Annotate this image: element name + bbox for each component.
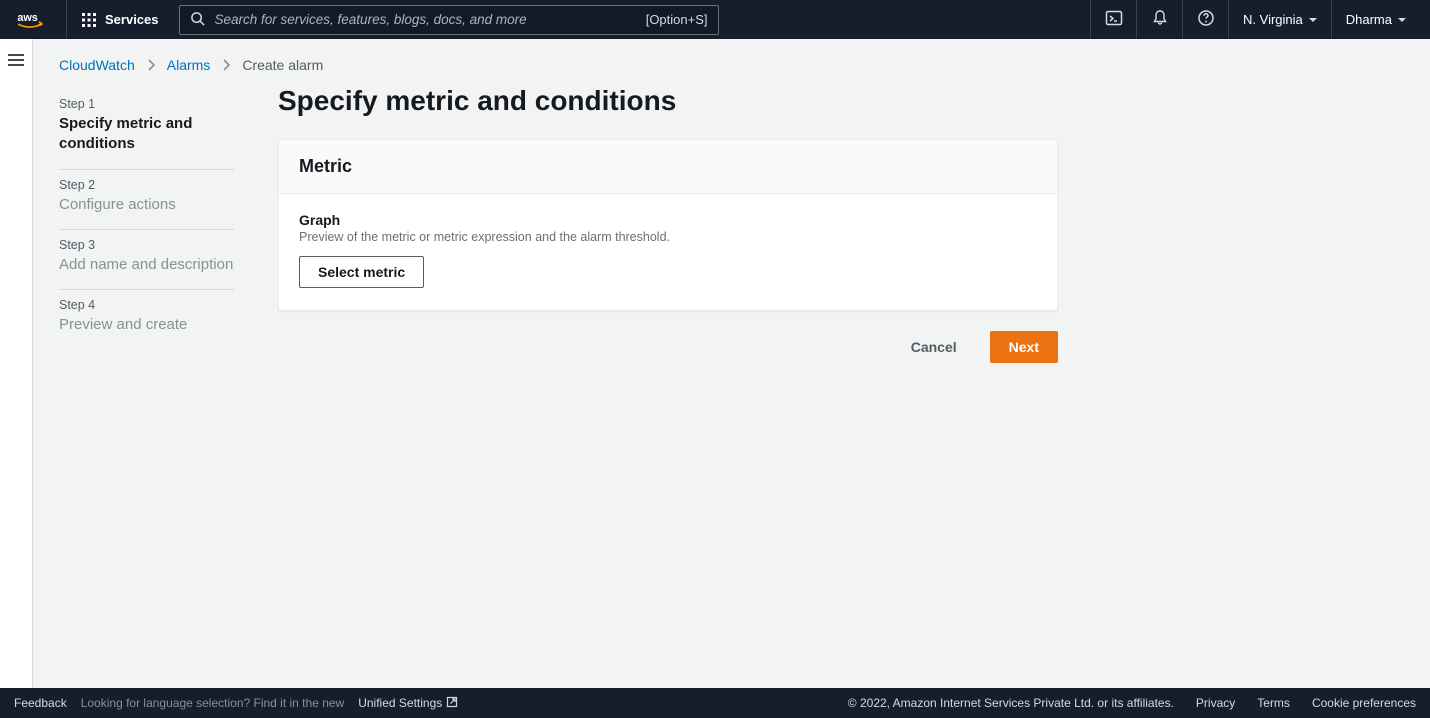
unified-settings-label: Unified Settings <box>358 696 442 710</box>
aws-logo[interactable]: aws <box>16 0 67 39</box>
wizard-step-label: Preview and create <box>59 315 234 335</box>
graph-section-desc: Preview of the metric or metric expressi… <box>299 230 1037 244</box>
wizard-action-row: Cancel Next <box>278 331 1058 363</box>
wizard-step-num: Step 4 <box>59 298 234 312</box>
top-nav: aws Services [Option+S] <box>0 0 1430 39</box>
cloudshell-button[interactable] <box>1090 0 1136 39</box>
external-link-icon <box>446 696 458 711</box>
help-button[interactable] <box>1182 0 1228 39</box>
metric-panel: Metric Graph Preview of the metric or me… <box>278 139 1058 311</box>
wizard-step-2[interactable]: Step 2 Configure actions <box>59 170 234 230</box>
search-input[interactable] <box>215 12 636 27</box>
cloudshell-icon <box>1105 9 1123 30</box>
graph-section-title: Graph <box>299 212 1037 228</box>
wizard-step-4[interactable]: Step 4 Preview and create <box>59 290 234 349</box>
wizard-step-label: Add name and description <box>59 255 234 275</box>
caret-down-icon <box>1398 18 1406 22</box>
grid-icon <box>81 12 97 28</box>
chevron-right-icon <box>222 59 230 71</box>
wizard-step-label: Configure actions <box>59 195 234 215</box>
wizard-steps: Step 1 Specify metric and conditions Ste… <box>59 83 234 363</box>
notifications-button[interactable] <box>1136 0 1182 39</box>
wizard-step-1[interactable]: Step 1 Specify metric and conditions <box>59 89 234 170</box>
wizard-step-num: Step 3 <box>59 238 234 252</box>
page-title: Specify metric and conditions <box>278 85 1058 117</box>
breadcrumb-alarms[interactable]: Alarms <box>167 57 211 73</box>
footer: Feedback Looking for language selection?… <box>0 688 1430 718</box>
panel-header: Metric <box>279 140 1057 194</box>
svg-text:aws: aws <box>17 11 37 23</box>
help-icon <box>1197 9 1215 30</box>
cancel-button[interactable]: Cancel <box>892 331 976 363</box>
region-label: N. Virginia <box>1243 12 1303 27</box>
chevron-right-icon <box>147 59 155 71</box>
account-label: Dharma <box>1346 12 1392 27</box>
wizard-step-3[interactable]: Step 3 Add name and description <box>59 230 234 290</box>
expand-sidebar-button[interactable] <box>7 53 25 688</box>
wizard-step-num: Step 1 <box>59 97 234 111</box>
select-metric-button[interactable]: Select metric <box>299 256 424 288</box>
breadcrumb-cloudwatch[interactable]: CloudWatch <box>59 57 135 73</box>
search-shortcut-hint: [Option+S] <box>646 12 708 27</box>
terms-link[interactable]: Terms <box>1257 696 1290 710</box>
search-icon <box>190 11 205 29</box>
feedback-link[interactable]: Feedback <box>14 696 67 710</box>
bell-icon <box>1151 9 1169 30</box>
cookie-preferences-link[interactable]: Cookie preferences <box>1312 696 1416 710</box>
breadcrumb-current: Create alarm <box>242 57 323 73</box>
services-label: Services <box>105 12 159 27</box>
privacy-link[interactable]: Privacy <box>1196 696 1235 710</box>
footer-copyright: © 2022, Amazon Internet Services Private… <box>848 696 1174 710</box>
services-menu[interactable]: Services <box>67 0 173 39</box>
side-drawer-collapsed <box>0 39 33 688</box>
footer-lang-hint: Looking for language selection? Find it … <box>81 696 345 710</box>
search-box[interactable]: [Option+S] <box>179 5 719 35</box>
unified-settings-link[interactable]: Unified Settings <box>358 696 458 711</box>
wizard-step-label: Specify metric and conditions <box>59 114 234 155</box>
region-selector[interactable]: N. Virginia <box>1228 0 1331 39</box>
account-menu[interactable]: Dharma <box>1331 0 1420 39</box>
next-button[interactable]: Next <box>990 331 1058 363</box>
breadcrumb: CloudWatch Alarms Create alarm <box>59 57 1400 73</box>
wizard-step-num: Step 2 <box>59 178 234 192</box>
caret-down-icon <box>1309 18 1317 22</box>
